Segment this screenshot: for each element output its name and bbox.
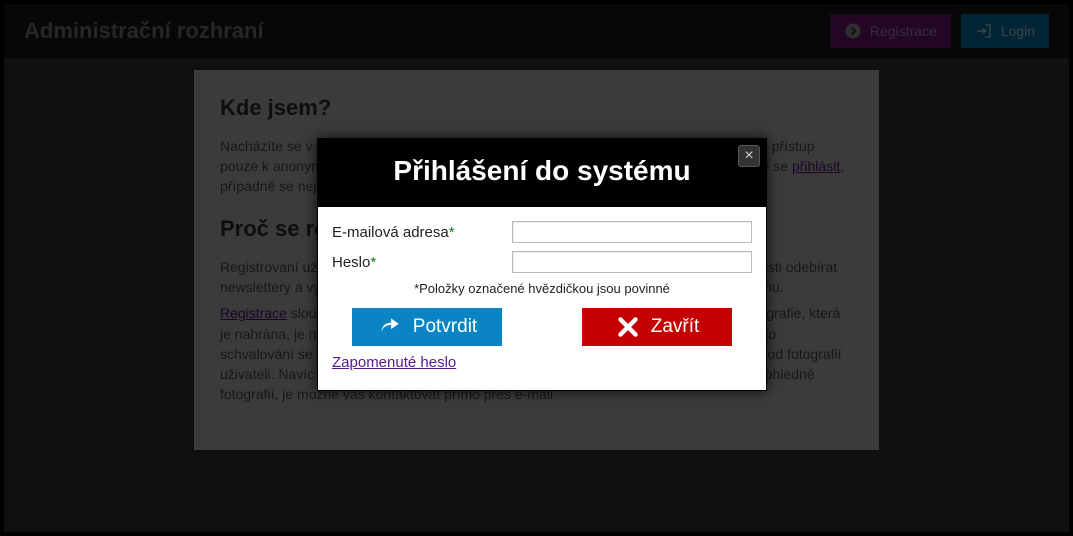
required-note: *Položky označené hvězdičkou jsou povinn… <box>332 281 752 296</box>
email-field[interactable] <box>512 221 752 243</box>
email-row: E-mailová adresa* <box>332 221 752 243</box>
forward-arrow-icon <box>377 314 403 340</box>
close-button[interactable]: Zavřít <box>582 308 732 346</box>
confirm-button[interactable]: Potvrdit <box>352 308 502 346</box>
password-label-text: Heslo <box>332 254 370 271</box>
email-label-text: E-mailová adresa <box>332 224 449 241</box>
confirm-label: Potvrdit <box>413 316 477 338</box>
dialog-button-row: Potvrdit Zavřít <box>332 308 752 346</box>
dialog-body: E-mailová adresa* Heslo* *Položky označe… <box>318 207 766 390</box>
required-asterisk: * <box>449 224 455 241</box>
email-label: E-mailová adresa* <box>332 224 512 241</box>
login-dialog: × Přihlášení do systému E-mailová adresa… <box>317 138 767 391</box>
dialog-header: × Přihlášení do systému <box>318 139 766 207</box>
dialog-title: Přihlášení do systému <box>328 155 756 187</box>
close-icon[interactable]: × <box>738 145 760 167</box>
password-field[interactable] <box>512 251 752 273</box>
close-label: Zavřít <box>651 316 700 338</box>
required-asterisk: * <box>370 254 376 271</box>
page-root: Administrační rozhraní Registrace Login … <box>0 0 1073 536</box>
forgot-password-link[interactable]: Zapomenuté heslo <box>332 354 456 371</box>
password-row: Heslo* <box>332 251 752 273</box>
x-icon <box>615 314 641 340</box>
password-label: Heslo* <box>332 254 512 271</box>
